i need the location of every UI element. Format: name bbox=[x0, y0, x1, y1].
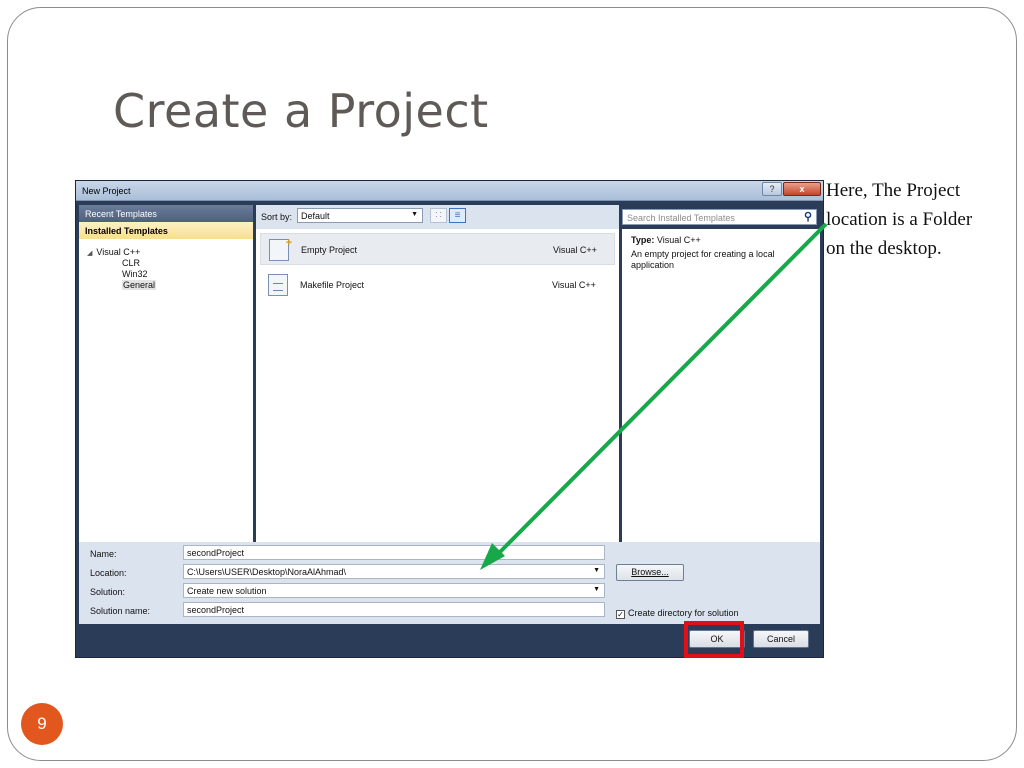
small-icons-view-icon[interactable]: ∷ bbox=[430, 208, 447, 223]
dropdown-arrow-icon: ▼ bbox=[593, 586, 600, 593]
search-icon[interactable]: ⚲ bbox=[804, 210, 812, 223]
tree-item-general[interactable]: General bbox=[85, 280, 253, 291]
sort-by-value: Default bbox=[301, 211, 330, 221]
template-info-pane: Type: Visual C++ An empty project for cr… bbox=[622, 229, 820, 542]
dropdown-arrow-icon: ▼ bbox=[411, 211, 418, 218]
sort-bar: Sort by: Default ▼ ∷ ≡ bbox=[256, 205, 619, 229]
cancel-button[interactable]: Cancel bbox=[753, 630, 809, 648]
annotation-note-line: location is a Folder bbox=[826, 209, 973, 230]
annotation-note: Here, The Project location is a Folder o… bbox=[826, 176, 1022, 263]
tree-item-visual-cpp[interactable]: ◢ Visual C++ bbox=[85, 247, 253, 258]
solution-label: Solution: bbox=[90, 587, 126, 597]
tree-item-win32[interactable]: Win32 bbox=[85, 269, 253, 280]
create-directory-label: Create directory for solution bbox=[628, 608, 739, 618]
location-field[interactable]: C:\Users\USER\Desktop\NoraAlAhmad\ ▼ bbox=[183, 564, 605, 579]
template-language: Visual C++ bbox=[553, 245, 597, 255]
create-directory-option[interactable]: ✓ Create directory for solution bbox=[616, 608, 739, 619]
ok-button-highlight bbox=[684, 621, 744, 658]
recent-templates-header[interactable]: Recent Templates bbox=[79, 205, 253, 222]
template-categories-pane: Recent Templates Installed Templates ◢ Vi… bbox=[79, 205, 253, 542]
solution-name-field[interactable]: secondProject bbox=[183, 602, 605, 617]
close-button[interactable]: x bbox=[783, 182, 821, 196]
search-templates-input[interactable]: Search Installed Templates ⚲ bbox=[622, 209, 817, 225]
annotation-note-line: on the desktop. bbox=[826, 238, 942, 259]
solution-name-value: secondProject bbox=[187, 605, 245, 615]
tree-item-label: Win32 bbox=[122, 269, 148, 279]
collapse-triangle-icon[interactable]: ◢ bbox=[87, 250, 92, 257]
tree-item-label: CLR bbox=[122, 258, 141, 268]
help-button[interactable]: ? bbox=[762, 182, 782, 196]
name-label: Name: bbox=[90, 549, 117, 559]
browse-button[interactable]: Browse... bbox=[616, 564, 684, 581]
empty-project-icon: + bbox=[269, 237, 292, 261]
search-placeholder: Search Installed Templates bbox=[627, 213, 735, 223]
new-project-dialog: New Project ? x Recent Templates Install… bbox=[75, 180, 824, 658]
location-value: C:\Users\USER\Desktop\NoraAlAhmad\ bbox=[187, 567, 347, 577]
installed-templates-header[interactable]: Installed Templates bbox=[79, 222, 253, 239]
info-type-label: Type: bbox=[631, 235, 655, 245]
template-name: Empty Project bbox=[301, 245, 358, 255]
page-number-badge: 9 bbox=[21, 703, 63, 745]
annotation-note-line: Here, The Project bbox=[826, 180, 961, 201]
sort-by-label: Sort by: bbox=[261, 212, 293, 222]
solution-select[interactable]: Create new solution ▼ bbox=[183, 583, 605, 598]
info-description: An empty project for creating a local ap… bbox=[631, 249, 775, 270]
solution-value: Create new solution bbox=[187, 586, 267, 596]
makefile-project-icon bbox=[268, 274, 288, 296]
tree-item-label: Visual C++ bbox=[96, 247, 141, 257]
tree-item-label: General bbox=[122, 280, 157, 290]
sort-by-select[interactable]: Default ▼ bbox=[297, 208, 423, 223]
info-type-value: Visual C++ bbox=[656, 235, 701, 245]
name-field[interactable]: secondProject bbox=[183, 545, 605, 560]
details-view-icon[interactable]: ≡ bbox=[449, 208, 466, 223]
template-row-makefile-project[interactable]: Makefile Project Visual C++ bbox=[260, 269, 615, 301]
tree-item-clr[interactable]: CLR bbox=[85, 258, 253, 269]
info-type: Type: Visual C++ bbox=[631, 235, 811, 246]
create-directory-checkbox[interactable]: ✓ bbox=[616, 610, 625, 619]
template-list: + Empty Project Visual C++ Makefile Proj… bbox=[256, 229, 619, 542]
template-name: Makefile Project bbox=[300, 280, 365, 290]
slide-title: Create a Project bbox=[113, 84, 489, 138]
solution-name-label: Solution name: bbox=[90, 606, 151, 616]
template-row-empty-project[interactable]: + Empty Project Visual C++ bbox=[260, 233, 615, 265]
dialog-title: New Project bbox=[82, 186, 131, 196]
location-label: Location: bbox=[90, 568, 127, 578]
template-tree: ◢ Visual C++ CLR Win32 General bbox=[79, 239, 253, 291]
dropdown-arrow-icon[interactable]: ▼ bbox=[593, 567, 600, 574]
template-language: Visual C++ bbox=[552, 280, 596, 290]
dialog-titlebar[interactable]: New Project ? x bbox=[76, 181, 823, 201]
project-form: Name: secondProject Location: C:\Users\U… bbox=[79, 542, 820, 624]
name-value: secondProject bbox=[187, 548, 245, 558]
